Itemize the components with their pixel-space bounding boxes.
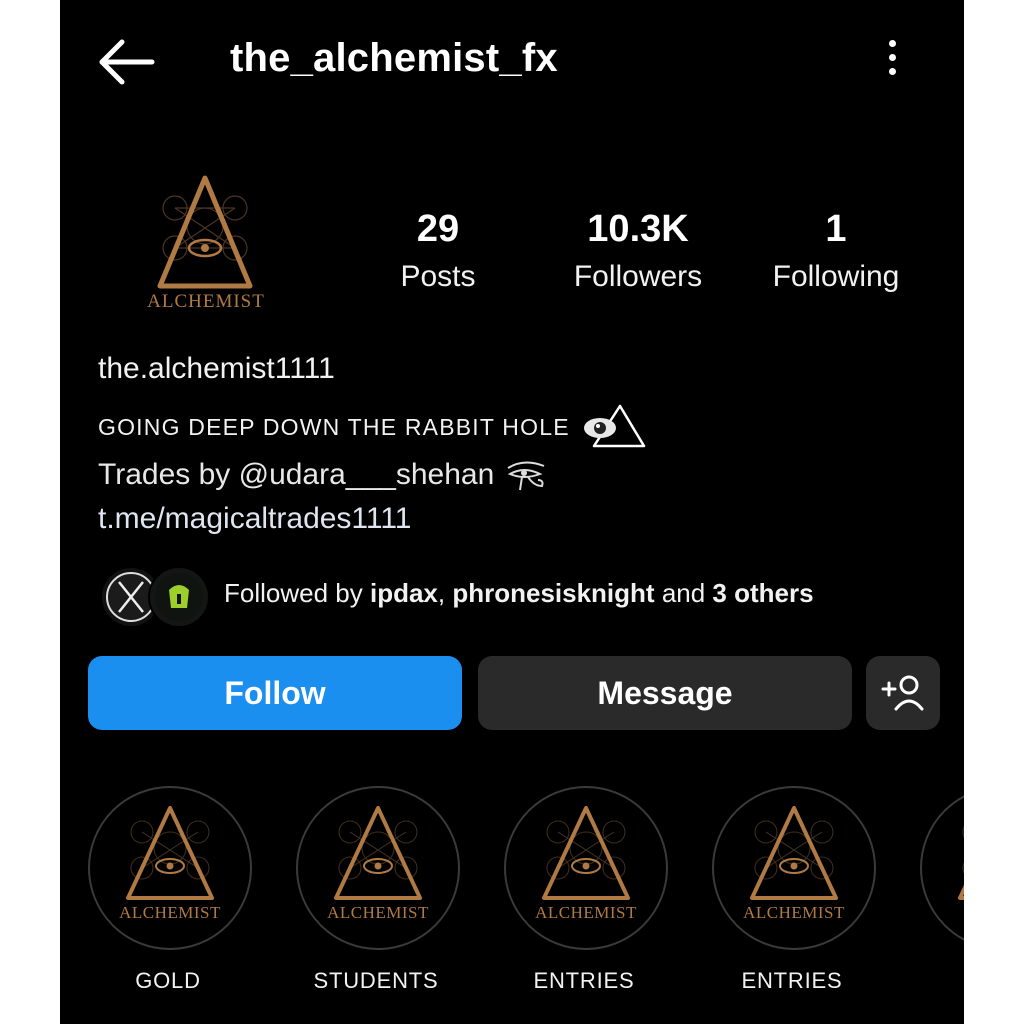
message-label: Message	[597, 674, 733, 711]
eye-of-horus-icon	[507, 461, 545, 491]
following-label: Following	[772, 260, 900, 293]
profile-link[interactable]: t.me/magicaltrades1111	[98, 502, 412, 536]
followed-by-prefix: Followed by	[224, 578, 370, 608]
add-user-button[interactable]	[866, 656, 940, 730]
highlight-brand-text: ALCHEMIST	[119, 903, 221, 922]
message-button[interactable]: Message	[478, 656, 852, 730]
followed-by-user: ipdax	[369, 578, 438, 608]
posts-stat[interactable]: 29 Posts	[378, 205, 498, 301]
story-highlight[interactable]: ALCHEMIST GOLD	[88, 786, 252, 994]
alchemist-logo-icon	[750, 806, 838, 900]
followed-by-user: phronesisknight	[452, 578, 655, 608]
highlight-brand-text: ALCHEMIST	[743, 903, 845, 922]
story-highlight[interactable]: ALCHEMIST STUDENTS	[296, 786, 460, 994]
story-highlight[interactable]: ALCHEMIST ENTRIES	[712, 786, 876, 994]
highlight-label: ENTRIES	[533, 968, 635, 993]
followers-label: Followers	[573, 260, 703, 293]
followed-by-and: and	[654, 578, 713, 608]
highlight-brand-text: ALCHEMIST	[535, 903, 637, 922]
highlight-brand-text: AL	[922, 903, 964, 923]
bio-text: Trades by @udara___shehan	[98, 458, 495, 491]
followed-by-separator: ,	[437, 578, 453, 608]
highlight-label: E	[920, 968, 964, 994]
eye-pyramid-icon	[583, 404, 645, 448]
follower-avatar-phronesisknight[interactable]	[148, 566, 210, 628]
alchemist-logo-icon	[958, 826, 964, 900]
following-count: 1	[825, 208, 847, 250]
follow-button[interactable]: Follow	[88, 656, 462, 730]
more-options-button[interactable]	[880, 40, 904, 84]
alchemist-logo-icon	[542, 806, 630, 900]
back-button[interactable]	[96, 38, 156, 86]
bio-text: GOING DEEP DOWN THE RABBIT HOLE	[98, 413, 570, 440]
arrow-left-icon	[99, 39, 155, 85]
highlight-label: GOLD	[135, 968, 201, 993]
story-highlight[interactable]: AL E	[920, 786, 964, 994]
highlight-cover: ALCHEMIST	[712, 786, 876, 950]
posts-count: 29	[416, 208, 460, 250]
alchemist-logo-icon	[334, 806, 422, 900]
alchemist-logo-icon	[126, 806, 214, 900]
followers-count: 10.3K	[587, 208, 689, 250]
add-user-icon	[881, 675, 924, 711]
highlight-label: STUDENTS	[313, 968, 439, 993]
bio-line: GOING DEEP DOWN THE RABBIT HOLE	[98, 404, 646, 450]
followed-by-others: 3 others	[712, 578, 814, 608]
story-highlight[interactable]: ALCHEMIST ENTRIES	[504, 786, 668, 994]
followed-by-text[interactable]: Followed by ipdax, phronesisknight and 3…	[224, 578, 814, 609]
page-title: the_alchemist_fx	[230, 36, 558, 80]
alchemist-logo-icon	[157, 175, 253, 289]
followers-stat[interactable]: 10.3K Followers	[558, 205, 718, 301]
profile-avatar[interactable]: ALCHEMIST	[120, 168, 290, 328]
following-stat[interactable]: 1 Following	[756, 205, 916, 301]
highlight-cover: ALCHEMIST	[88, 786, 252, 950]
profile-name: the.alchemist1111	[98, 352, 335, 385]
follow-label: Follow	[224, 674, 326, 711]
highlight-cover: ALCHEMIST	[504, 786, 668, 950]
highlight-label: ENTRIES	[741, 968, 843, 993]
bio-line: Trades by @udara___shehan	[98, 458, 548, 492]
posts-label: Posts	[400, 260, 476, 293]
more-vertical-icon	[888, 40, 896, 47]
helmet-icon	[155, 573, 203, 621]
highlight-cover: AL	[920, 786, 964, 950]
highlight-brand-text: ALCHEMIST	[327, 903, 429, 922]
avatar-brand-text: ALCHEMIST	[147, 291, 265, 312]
highlight-cover: ALCHEMIST	[296, 786, 460, 950]
profile-screen: the_alchemist_fx ALCHEMIST 29 Posts 10.3…	[60, 0, 964, 1024]
